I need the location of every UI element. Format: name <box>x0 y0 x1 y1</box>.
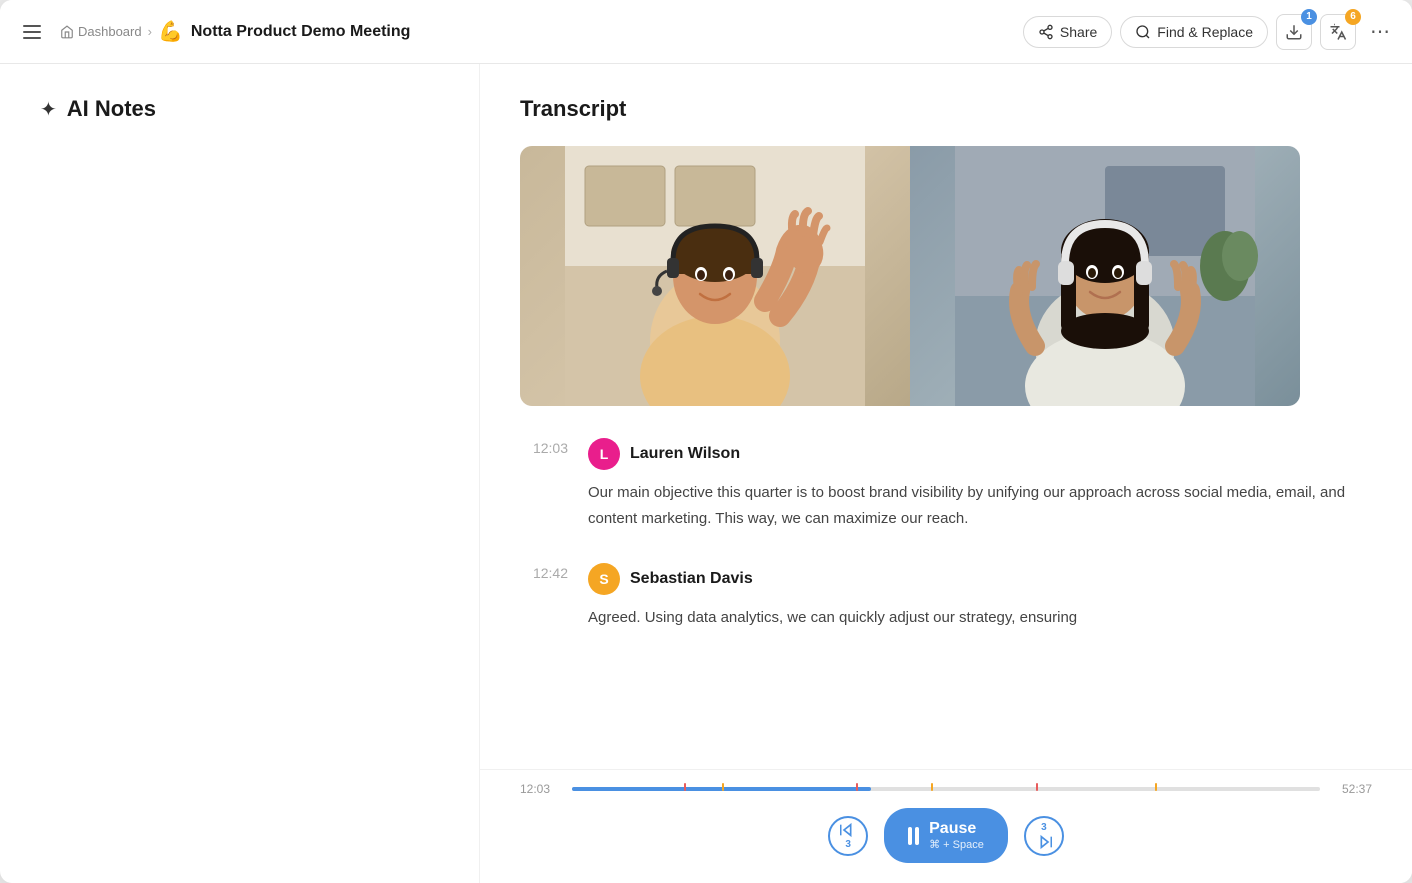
marker-5 <box>1036 783 1038 791</box>
progress-track[interactable] <box>572 787 1320 791</box>
person2-svg <box>910 146 1300 406</box>
breadcrumb: Dashboard › 💪 Notta Product Demo Meeting <box>60 19 410 44</box>
skip-forward-label: 3 <box>1041 822 1047 833</box>
speaker-row-1: L Lauren Wilson <box>588 438 1352 470</box>
translate-button[interactable]: 6 <box>1320 14 1356 50</box>
sparkle-icon: ✦ <box>40 97 57 122</box>
right-panel[interactable]: Transcript <box>480 64 1412 883</box>
pause-shortcut: ⌘ + Space <box>929 838 984 851</box>
transcript-entry: 12:03 L Lauren Wilson Our main objective… <box>520 438 1352 531</box>
pause-bar-1 <box>908 827 912 845</box>
player-controls: 3 Pause ⌘ + Space 3 <box>520 808 1372 863</box>
breadcrumb-chevron: › <box>148 24 152 39</box>
download-badge: 1 <box>1301 9 1317 25</box>
video-container <box>520 146 1300 406</box>
skip-forward-button[interactable]: 3 <box>1024 816 1064 856</box>
timeline: 12:03 52:37 <box>520 782 1372 796</box>
pause-icon <box>908 827 919 845</box>
page-emoji: 💪 <box>158 19 183 44</box>
search-icon <box>1135 24 1151 40</box>
person1-svg <box>520 146 910 406</box>
menu-button[interactable] <box>16 16 48 48</box>
transcript-text-2: Agreed. Using data analytics, we can qui… <box>588 605 1352 631</box>
timestamp-1: 12:03 <box>520 440 568 531</box>
share-button[interactable]: Share <box>1023 16 1112 48</box>
transcript-text-1: Our main objective this quarter is to bo… <box>588 480 1352 531</box>
more-options-button[interactable]: ⋯ <box>1364 16 1396 48</box>
speaker-row-2: S Sebastian Davis <box>588 563 1352 595</box>
ai-notes-header: ✦ AI Notes <box>40 96 439 122</box>
left-panel: ✦ AI Notes <box>0 64 480 883</box>
pause-label-wrap: Pause ⌘ + Space <box>929 820 984 851</box>
share-icon <box>1038 24 1054 40</box>
speaker-name-1: Lauren Wilson <box>630 445 740 463</box>
video-left <box>520 146 910 406</box>
main-content: ✦ AI Notes Transcript <box>0 64 1412 883</box>
ai-notes-title: AI Notes <box>67 96 156 122</box>
breadcrumb-home-link[interactable]: Dashboard <box>60 24 142 39</box>
find-replace-button[interactable]: Find & Replace <box>1120 16 1268 48</box>
page-title-area: 💪 Notta Product Demo Meeting <box>158 19 410 44</box>
skip-back-icon <box>840 822 856 838</box>
speaker-name-2: Sebastian Davis <box>630 570 753 588</box>
marker-4 <box>931 783 933 791</box>
translate-badge: 6 <box>1345 9 1361 25</box>
download-button[interactable]: 1 <box>1276 14 1312 50</box>
home-icon <box>60 25 74 39</box>
end-time: 52:37 <box>1332 782 1372 796</box>
skip-back-label: 3 <box>845 839 851 850</box>
skip-back-button[interactable]: 3 <box>828 816 868 856</box>
transcript-entry-2: 12:42 S Sebastian Davis Agreed. Using da… <box>520 563 1352 631</box>
translate-icon <box>1329 23 1347 41</box>
header: Dashboard › 💪 Notta Product Demo Meeting… <box>0 0 1412 64</box>
pause-button[interactable]: Pause ⌘ + Space <box>884 808 1008 863</box>
pause-label: Pause <box>929 820 976 838</box>
timestamp-2: 12:42 <box>520 565 568 631</box>
progress-fill <box>572 787 871 791</box>
skip-forward-icon <box>1036 834 1052 850</box>
video-right <box>910 146 1300 406</box>
person2-silhouette <box>910 146 1300 406</box>
page-title: Notta Product Demo Meeting <box>191 23 411 41</box>
header-right: Share Find & Replace 1 6 ⋯ <box>1023 14 1396 50</box>
download-icon <box>1285 23 1303 41</box>
header-left: Dashboard › 💪 Notta Product Demo Meeting <box>16 16 410 48</box>
transcript-entries-list: 12:03 L Lauren Wilson Our main objective… <box>520 438 1352 631</box>
person1-silhouette <box>520 146 910 406</box>
app-window: Dashboard › 💪 Notta Product Demo Meeting… <box>0 0 1412 883</box>
avatar-lauren: L <box>588 438 620 470</box>
player-bar: 12:03 52:37 <box>480 769 1412 883</box>
entry-content-1: L Lauren Wilson Our main objective this … <box>588 438 1352 531</box>
entry-content-2: S Sebastian Davis Agreed. Using data ana… <box>588 563 1352 631</box>
start-time: 12:03 <box>520 782 560 796</box>
pause-bar-2 <box>915 827 919 845</box>
marker-6 <box>1155 783 1157 791</box>
avatar-sebastian: S <box>588 563 620 595</box>
transcript-title: Transcript <box>520 96 1352 122</box>
